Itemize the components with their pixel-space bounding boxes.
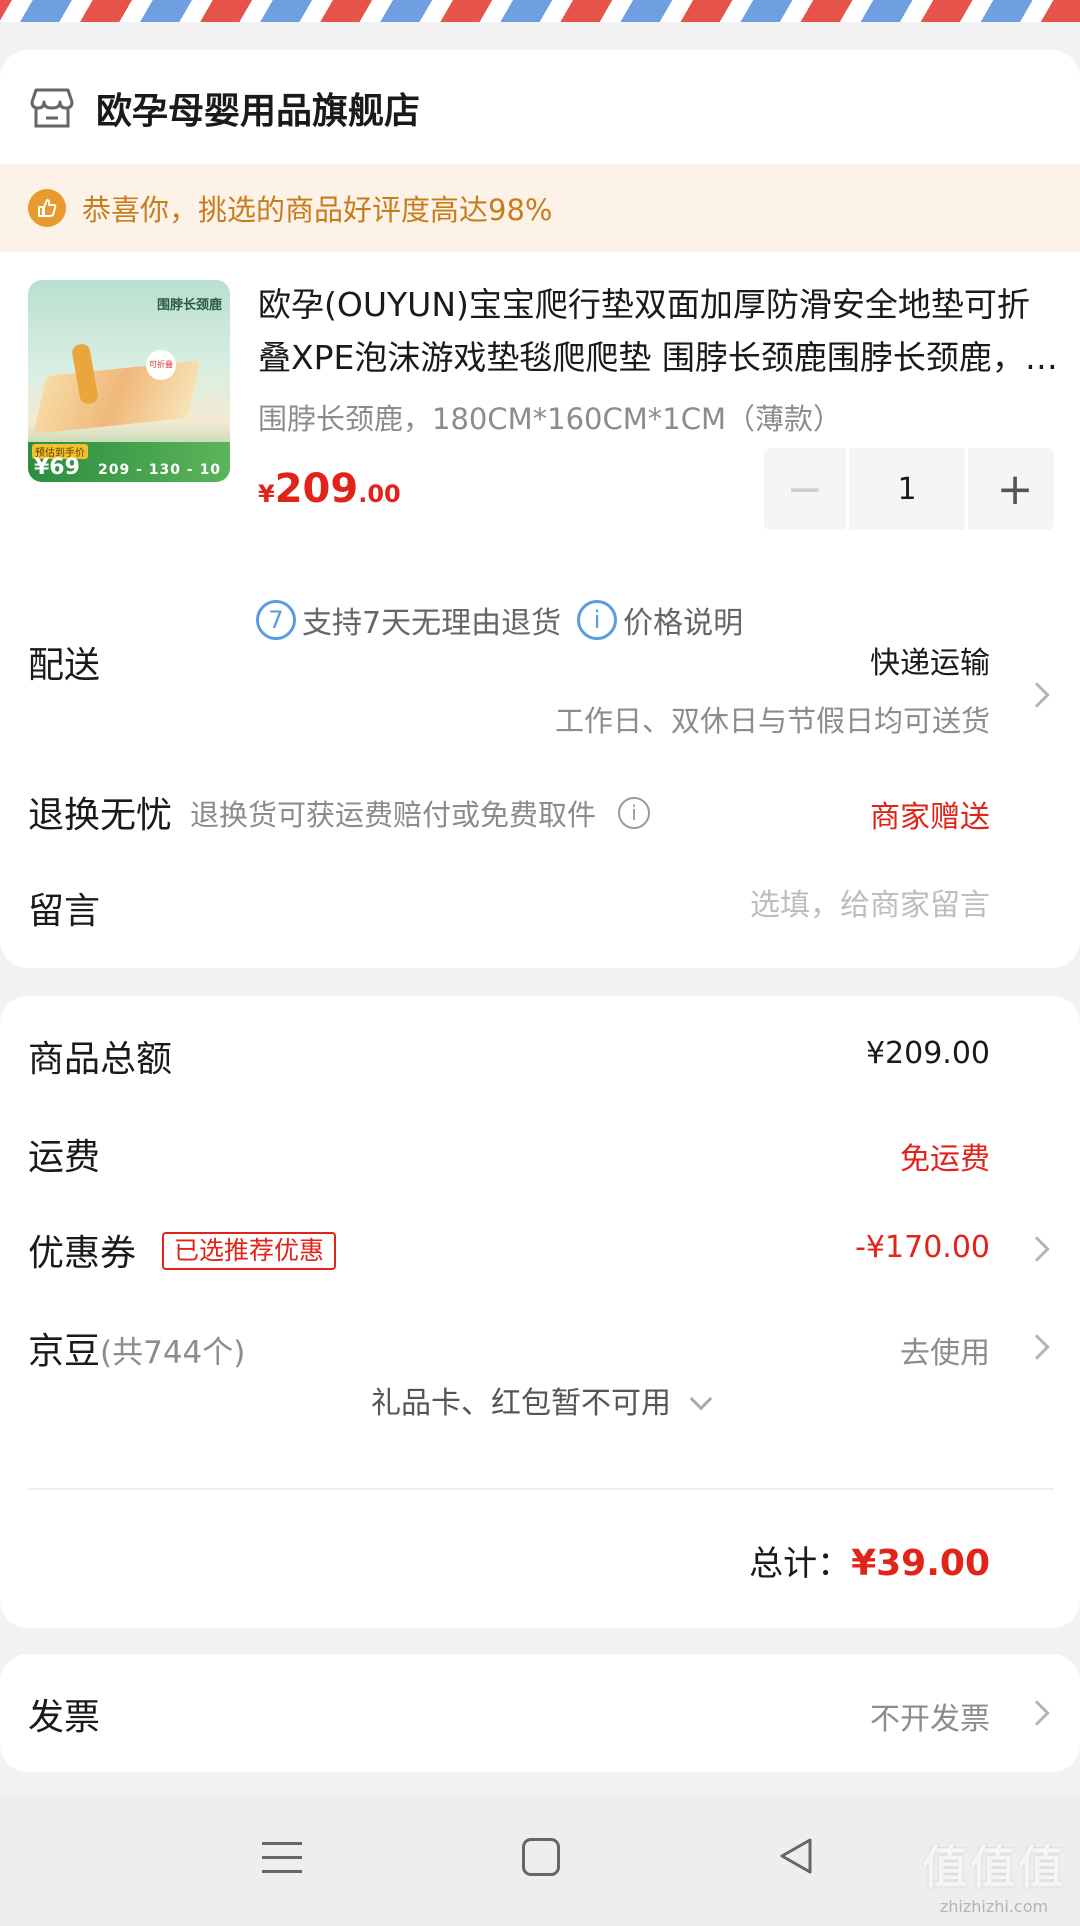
- store-name: 欧孕母婴用品旗舰店: [96, 91, 421, 132]
- delivery-method[interactable]: 快递运输: [870, 638, 990, 682]
- decrease-quantity-button[interactable]: −: [764, 448, 846, 530]
- watermark: 值值值 zhizhizhi.com: [922, 1831, 1066, 1916]
- system-nav-bar: 值值值 zhizhizhi.com: [0, 1794, 1080, 1926]
- return-info-icon[interactable]: i: [618, 797, 651, 829]
- watermark-url: zhizhizhi.com: [939, 1897, 1049, 1916]
- beans-label: 京豆: [28, 1331, 101, 1372]
- seven-day-return-label[interactable]: 支持7天无理由退货: [302, 598, 561, 642]
- product-spec[interactable]: 围脖长颈鹿，180CM*160CM*1CM（薄款）: [258, 396, 842, 438]
- praise-text: 恭喜你，挑选的商品好评度高达98%: [82, 193, 553, 227]
- product-image[interactable]: 围脖长颈鹿 可折叠 预估到手价 ¥69 209 - 130 - 10: [28, 280, 230, 482]
- product-image-tag: 围脖长颈鹿: [156, 298, 222, 313]
- order-card: 欧孕母婴用品旗舰店 恭喜你，挑选的商品好评度高达98% 围脖长颈鹿 可折叠 预估…: [0, 50, 1080, 968]
- shipping-value: 免运费: [900, 1142, 990, 1177]
- back-icon[interactable]: [776, 1836, 816, 1876]
- service-tags: 7 支持7天无理由退货 i 价格说明: [256, 598, 743, 642]
- price-integer: 209: [274, 466, 359, 512]
- store-icon: [30, 88, 74, 128]
- goods-total-value: ¥209.00: [865, 1036, 990, 1071]
- message-label: 留言: [28, 891, 101, 932]
- gift-card-unavailable[interactable]: 礼品卡、红包暂不可用: [0, 1378, 1080, 1422]
- invoice-label: 发票: [28, 1697, 101, 1738]
- info-icon: i: [577, 600, 618, 640]
- product-image-promo: 预估到手价 ¥69 209 - 130 - 10: [28, 442, 230, 482]
- order-total: 总计： ¥39.00: [749, 1536, 990, 1585]
- price-decimal: .00: [358, 480, 401, 508]
- chevron-down-icon: [689, 1387, 713, 1411]
- gift-card-unavailable-text: 礼品卡、红包暂不可用: [371, 1386, 671, 1421]
- delivery-note[interactable]: 工作日、双休日与节假日均可送货: [555, 698, 990, 740]
- quantity-value[interactable]: 1: [846, 448, 968, 530]
- promo-price: ¥69: [34, 455, 80, 480]
- thumbs-up-icon: [28, 189, 66, 227]
- seven-day-return-icon: 7: [256, 600, 296, 640]
- menu-icon[interactable]: [262, 1842, 302, 1884]
- airmail-border: [0, 0, 1080, 22]
- invoice-card[interactable]: 发票 不开发票: [0, 1654, 1080, 1772]
- home-icon[interactable]: [522, 1838, 560, 1876]
- message-input[interactable]: [590, 888, 990, 923]
- goods-total-label: 商品总额: [28, 1039, 173, 1080]
- product-title[interactable]: 欧孕(OUYUN)宝宝爬行垫双面加厚防滑安全地垫可折叠XPE泡沫游戏垫毯爬爬垫 …: [258, 278, 1058, 384]
- price-symbol: ¥: [258, 480, 275, 508]
- total-value: ¥39.00: [851, 1543, 990, 1584]
- price-summary-card: 商品总额 ¥209.00 运费 免运费 优惠券 已选推荐优惠 -¥170.00 …: [0, 996, 1080, 1628]
- total-label: 总计：: [749, 1544, 852, 1584]
- coupon-chevron-right-icon[interactable]: [1024, 1236, 1050, 1262]
- return-service-value[interactable]: 商家赠送: [870, 792, 990, 836]
- product-price: ¥209.00: [258, 466, 401, 512]
- play-mat-illustration: [33, 360, 201, 434]
- delivery-chevron-right-icon[interactable]: [1024, 682, 1050, 708]
- delivery-label: 配送: [28, 645, 101, 686]
- return-service-desc: 退换货可获运费赔付或免费取件 i: [190, 792, 651, 834]
- beans-row: 京豆(共744个): [28, 1322, 245, 1374]
- promo-calc: 209 - 130 - 10: [98, 462, 222, 478]
- coupon-value[interactable]: -¥170.00: [855, 1230, 990, 1265]
- store-header[interactable]: 欧孕母婴用品旗舰店: [28, 80, 420, 136]
- divider: [28, 1488, 1054, 1490]
- increase-quantity-button[interactable]: +: [976, 448, 1054, 530]
- beans-action[interactable]: 去使用: [900, 1328, 990, 1372]
- praise-banner: 恭喜你，挑选的商品好评度高达98%: [0, 164, 1080, 252]
- beans-chevron-right-icon[interactable]: [1024, 1334, 1050, 1360]
- return-service-desc-text: 退换货可获运费赔付或免费取件: [190, 798, 597, 832]
- product-image-bubble: 可折叠: [146, 350, 176, 380]
- coupon-tag: 已选推荐优惠: [162, 1232, 337, 1270]
- quantity-stepper: − 1 +: [764, 448, 1054, 530]
- coupon-label: 优惠券: [28, 1233, 137, 1274]
- invoice-chevron-right-icon[interactable]: [1024, 1700, 1050, 1726]
- invoice-value[interactable]: 不开发票: [870, 1694, 990, 1738]
- shipping-label: 运费: [28, 1137, 101, 1178]
- price-explanation-link[interactable]: 价格说明: [623, 598, 743, 642]
- return-service-label: 退换无忧: [28, 795, 173, 836]
- beans-count: (共744个): [100, 1335, 246, 1371]
- watermark-logo: 值值值: [922, 1840, 1066, 1894]
